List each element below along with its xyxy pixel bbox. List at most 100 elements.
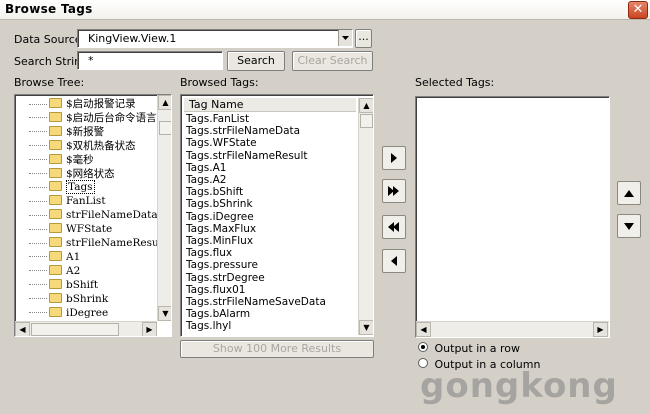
- tree-item-label: Tags: [66, 180, 95, 195]
- column-header-tag-name[interactable]: Tag Name: [184, 98, 356, 112]
- scroll-up-icon[interactable]: ▲: [359, 98, 373, 113]
- tree-item[interactable]: FanList: [29, 195, 106, 209]
- tree-connector: [29, 270, 47, 272]
- selected-tags-label: Selected Tags:: [415, 76, 495, 89]
- output-row-radio[interactable]: [418, 342, 428, 352]
- folder-icon: [49, 278, 62, 289]
- add-button[interactable]: [382, 146, 406, 170]
- folder-icon: [49, 292, 62, 303]
- chevron-down-icon[interactable]: [338, 30, 352, 46]
- move-up-button[interactable]: [617, 181, 641, 205]
- scroll-right-icon[interactable]: ▶: [593, 322, 608, 337]
- search-input[interactable]: *: [77, 51, 223, 70]
- tree-item-label: strFileNameData: [66, 209, 158, 222]
- tree-scroll-thumb[interactable]: [159, 121, 171, 135]
- list-item[interactable]: Tags.strFileNameResult: [186, 150, 307, 162]
- folder-icon: [49, 125, 62, 136]
- folder-icon: [49, 181, 62, 192]
- list-item[interactable]: Tags.lhyl: [186, 320, 231, 332]
- tree-item[interactable]: $启动后台命令语言: [29, 111, 157, 126]
- selected-tags-list[interactable]: ◀ ▶: [415, 96, 610, 338]
- folder-icon: [49, 237, 62, 247]
- tree-connector: [29, 173, 47, 174]
- tree-connector: [29, 186, 47, 188]
- title-bar: [0, 0, 650, 20]
- folder-icon: [49, 223, 62, 234]
- tree-hscroll-thumb[interactable]: [31, 323, 119, 336]
- scroll-left-icon[interactable]: ◀: [15, 322, 30, 336]
- tag-rows: Tags.FanList Tags.strFileNameData Tags.WFS…: [186, 113, 356, 333]
- list-item[interactable]: Tags.strFileNameSaveData: [186, 296, 326, 308]
- list-item[interactable]: Tags.pressure: [186, 259, 258, 271]
- tree-item-label: A2: [66, 264, 81, 277]
- tree-item[interactable]: Tags: [29, 180, 95, 195]
- tags-vertical-scrollbar[interactable]: ▲ ▼: [358, 98, 373, 335]
- tree-connector: [29, 117, 47, 119]
- tree-item[interactable]: $网络状态: [29, 167, 115, 182]
- data-source-combo[interactable]: KingView.View.1: [77, 29, 353, 48]
- tags-scroll-thumb[interactable]: [360, 114, 373, 128]
- list-item[interactable]: Tags.MaxFlux: [186, 223, 256, 235]
- list-item[interactable]: Tags.A1: [186, 162, 226, 174]
- browse-tree-label: Browse Tree:: [14, 76, 85, 89]
- list-item[interactable]: Tags.FanList: [186, 113, 249, 125]
- tree-item[interactable]: $启动报警记录: [29, 98, 136, 112]
- tree-item-label: $双机热备状态: [66, 139, 136, 152]
- list-item[interactable]: Tags.iDegree: [186, 211, 254, 223]
- list-item[interactable]: Tags.MinFlux: [186, 235, 253, 247]
- scroll-up-icon[interactable]: ▲: [158, 95, 171, 110]
- selected-horizontal-scrollbar[interactable]: ◀ ▶: [416, 321, 609, 337]
- folder-icon: [49, 153, 62, 164]
- tree-item[interactable]: WFState: [29, 223, 112, 237]
- tree-item[interactable]: strFileNameData: [29, 209, 158, 223]
- watermark: gongkong: [420, 366, 618, 406]
- list-item[interactable]: Tags.flux01: [186, 284, 245, 296]
- list-item[interactable]: Tags.strDegree: [186, 272, 265, 284]
- tree-connector: [29, 312, 47, 313]
- tree-item[interactable]: A1: [29, 250, 80, 265]
- close-button[interactable]: ✕: [628, 1, 648, 19]
- remove-all-button[interactable]: [382, 215, 406, 239]
- tree-item[interactable]: bShrink: [29, 292, 108, 307]
- tree-connector: [29, 298, 47, 300]
- list-item[interactable]: Tags.strFileNameData: [186, 125, 300, 137]
- move-down-button[interactable]: [617, 214, 641, 238]
- tree-item[interactable]: $双机热备状态: [29, 139, 136, 154]
- tree-horizontal-scrollbar[interactable]: ◀ ▶: [15, 321, 157, 336]
- list-item[interactable]: Tags.bAlarm: [186, 308, 250, 320]
- folder-icon: [49, 209, 62, 220]
- output-row-option[interactable]: Output in a row: [418, 342, 520, 355]
- folder-icon: [49, 306, 62, 317]
- data-source-browse-button[interactable]: ...: [355, 29, 372, 48]
- tree-item[interactable]: strFileNameResult: [29, 237, 166, 251]
- scroll-down-icon[interactable]: ▼: [158, 306, 171, 321]
- search-value: *: [88, 54, 94, 67]
- tree-item[interactable]: $毫秒: [29, 153, 94, 168]
- tree-item-label: $毫秒: [66, 153, 94, 166]
- scroll-down-icon[interactable]: ▼: [359, 320, 373, 335]
- tree-connector: [29, 145, 47, 147]
- scroll-right-icon[interactable]: ▶: [142, 322, 157, 336]
- tree-item[interactable]: $新报警: [29, 125, 104, 140]
- list-item[interactable]: Tags.bShrink: [186, 198, 253, 210]
- clear-search-button[interactable]: Clear Search: [292, 51, 373, 71]
- browsed-tags-list[interactable]: Tag Name Tags.FanList Tags.strFileNameDat…: [180, 94, 374, 337]
- tree-item[interactable]: iDegree: [29, 306, 108, 321]
- tree-item[interactable]: bShift: [29, 278, 98, 293]
- data-source-label: Data Source:: [14, 33, 85, 46]
- browse-tree[interactable]: $启动报警记录 $启动后台命令语言 $新报警 $双机热备状态 $毫秒 $网络状态 Tags F…: [14, 94, 172, 337]
- list-item[interactable]: Tags.bShift: [186, 186, 243, 198]
- list-item[interactable]: Tags.WFState: [186, 137, 257, 149]
- show-more-results-button[interactable]: Show 100 More Results: [180, 340, 374, 358]
- list-item[interactable]: Tags.A2: [186, 174, 226, 186]
- tree-connector: [29, 159, 47, 161]
- tree-item[interactable]: A2: [29, 264, 81, 279]
- remove-button[interactable]: [382, 249, 406, 273]
- list-item[interactable]: Tags.flux: [186, 247, 232, 259]
- add-all-button[interactable]: [382, 179, 406, 203]
- tree-item-label: $启动后台命令语言: [66, 111, 157, 124]
- tree-vertical-scrollbar[interactable]: ▲ ▼: [157, 95, 171, 321]
- window-title: Browse Tags: [5, 2, 93, 16]
- search-button[interactable]: Search: [227, 51, 285, 71]
- scroll-left-icon[interactable]: ◀: [416, 322, 431, 337]
